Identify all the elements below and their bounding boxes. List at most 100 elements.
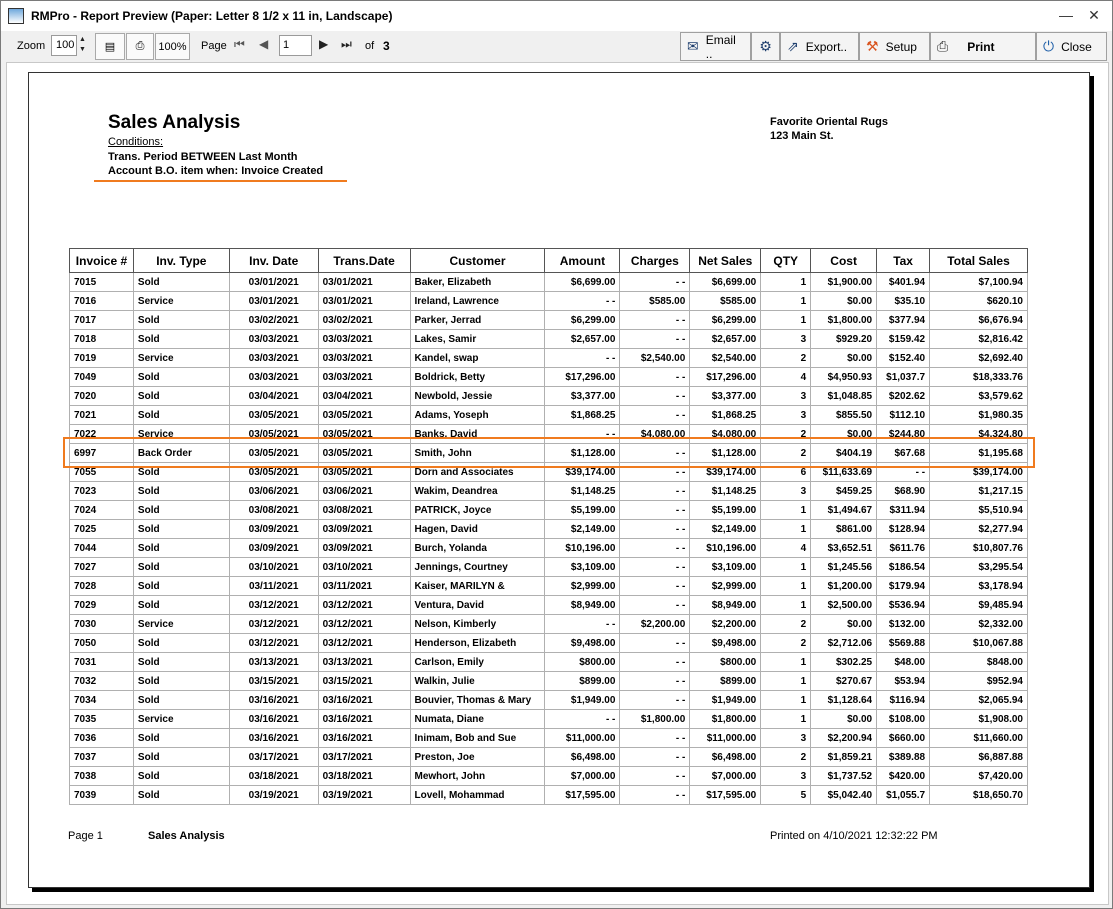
prev-page-icon[interactable]: ◀ [259, 37, 268, 51]
table-cell: $401.94 [876, 272, 931, 292]
settings-button[interactable]: ⚙ [751, 32, 780, 61]
print-label: Print [967, 39, 995, 54]
table-cell: 7055 [69, 462, 134, 482]
table-cell: Burch, Yolanda [409, 538, 546, 558]
table-cell: 2 [760, 443, 812, 463]
whole-page-button[interactable]: ⎙ [126, 33, 154, 60]
zoom-input[interactable]: 100 [51, 35, 77, 56]
table-cell: 4 [760, 538, 812, 558]
table-cell: - - [619, 671, 691, 691]
table-cell: $0.00 [810, 614, 878, 634]
table-cell: 03/11/2021 [228, 576, 319, 596]
table-cell: $67.68 [876, 443, 931, 463]
table-cell: $420.00 [876, 766, 931, 786]
table-cell: 03/13/2021 [228, 652, 319, 672]
table-row: 7036 Sold 03/16/2021 03/16/2021 Inimam, Bob … [69, 728, 1028, 748]
table-cell: - - [619, 386, 691, 406]
column-header: Inv. Type [132, 248, 230, 273]
close-button[interactable]: ⏻ Close [1036, 32, 1107, 61]
export-icon: ⇗ [787, 38, 799, 54]
email-button[interactable]: ✉ Email .. [680, 32, 751, 61]
table-cell: - - [619, 500, 691, 520]
table-cell: $3,377.00 [544, 386, 621, 406]
table-cell: $5,042.40 [810, 785, 878, 805]
table-cell: $1,048.85 [810, 386, 878, 406]
page-number-input[interactable]: 1 [279, 35, 312, 56]
table-cell: 1 [760, 576, 812, 596]
footer-page: Page 1 [68, 830, 103, 842]
table-cell: 1 [760, 310, 812, 330]
page-width-button[interactable]: ▤ [95, 33, 125, 60]
table-cell: 7039 [69, 785, 134, 805]
table-cell: Sold [132, 272, 230, 292]
table-cell: $1,800.00 [810, 310, 878, 330]
table-cell: $2,200.00 [619, 614, 691, 634]
table-cell: $1,900.00 [810, 272, 878, 292]
table-cell: - - [544, 348, 621, 368]
table-cell: Kaiser, MARILYN & [409, 576, 546, 596]
table-cell: $2,065.94 [929, 690, 1028, 710]
next-page-icon[interactable]: ▶ [319, 37, 328, 51]
table-cell: Service [132, 709, 230, 729]
table-row: 7037 Sold 03/17/2021 03/17/2021 Preston, Joe… [69, 747, 1028, 767]
table-cell: 03/10/2021 [228, 557, 319, 577]
table-cell: 4 [760, 367, 812, 387]
table-cell: $39,174.00 [544, 462, 621, 482]
table-cell: - - [619, 462, 691, 482]
setup-button[interactable]: ⚒ Setup [859, 32, 930, 61]
table-cell: 7025 [69, 519, 134, 539]
table-cell: - - [619, 329, 691, 349]
table-row: 7015 Sold 03/01/2021 03/01/2021 Baker, Eliza… [69, 272, 1028, 292]
table-cell: PATRICK, Joyce [409, 500, 546, 520]
close-window-icon[interactable]: ✕ [1084, 6, 1104, 24]
table-cell: $39,174.00 [929, 462, 1028, 482]
table-cell: $39,174.00 [689, 462, 762, 482]
table-cell: 03/19/2021 [228, 785, 319, 805]
table-cell: $377.94 [876, 310, 931, 330]
minimize-icon[interactable]: — [1056, 6, 1076, 24]
table-cell: 7032 [69, 671, 134, 691]
table-cell: $6,299.00 [544, 310, 621, 330]
zoom-stepper-icon[interactable]: ▲ ▼ [76, 35, 89, 56]
table-cell: Preston, Joe [409, 747, 546, 767]
table-cell: 03/10/2021 [317, 557, 411, 577]
table-cell: $10,196.00 [544, 538, 621, 558]
column-header: Total Sales [929, 248, 1028, 273]
table-cell: $17,296.00 [544, 367, 621, 387]
table-cell: 03/03/2021 [228, 348, 319, 368]
table-cell: 03/01/2021 [228, 291, 319, 311]
table-cell: 7028 [69, 576, 134, 596]
table-cell: $112.10 [876, 405, 931, 425]
table-cell: $159.42 [876, 329, 931, 349]
column-header: Customer [409, 248, 546, 273]
zoom-100-button[interactable]: 100% [155, 33, 190, 60]
table-cell: 1 [760, 671, 812, 691]
table-cell: Sold [132, 386, 230, 406]
table-cell: 1 [760, 709, 812, 729]
export-button[interactable]: ⇗ Export.. [780, 32, 859, 61]
last-page-icon[interactable]: ⏭ [341, 37, 352, 52]
table-cell: 03/04/2021 [317, 386, 411, 406]
table-cell: 3 [760, 728, 812, 748]
table-cell: 2 [760, 424, 812, 444]
table-cell: 3 [760, 481, 812, 501]
table-row: 7016 Service 03/01/2021 03/01/2021 Ireland, … [69, 291, 1028, 311]
first-page-icon[interactable]: ⏮ [234, 37, 245, 52]
table-cell: 03/12/2021 [317, 633, 411, 653]
table-cell: Sold [132, 500, 230, 520]
table-cell: $3,109.00 [689, 557, 762, 577]
table-cell: 03/01/2021 [228, 272, 319, 292]
table-cell: Inimam, Bob and Sue [409, 728, 546, 748]
table-cell: $4,950.93 [810, 367, 878, 387]
table-cell: $11,000.00 [544, 728, 621, 748]
print-button[interactable]: ⎙ Print [930, 32, 1036, 61]
table-cell: - - [619, 405, 691, 425]
table-cell: Back Order [132, 443, 230, 463]
table-cell: $1,055.7 [876, 785, 931, 805]
table-row: 7032 Sold 03/15/2021 03/15/2021 Walkin, Juli… [69, 671, 1028, 691]
table-cell: 03/19/2021 [317, 785, 411, 805]
company-name: Favorite Oriental Rugs [770, 116, 888, 128]
table-cell: $108.00 [876, 709, 931, 729]
table-cell: $585.00 [689, 291, 762, 311]
table-cell: 03/16/2021 [228, 728, 319, 748]
